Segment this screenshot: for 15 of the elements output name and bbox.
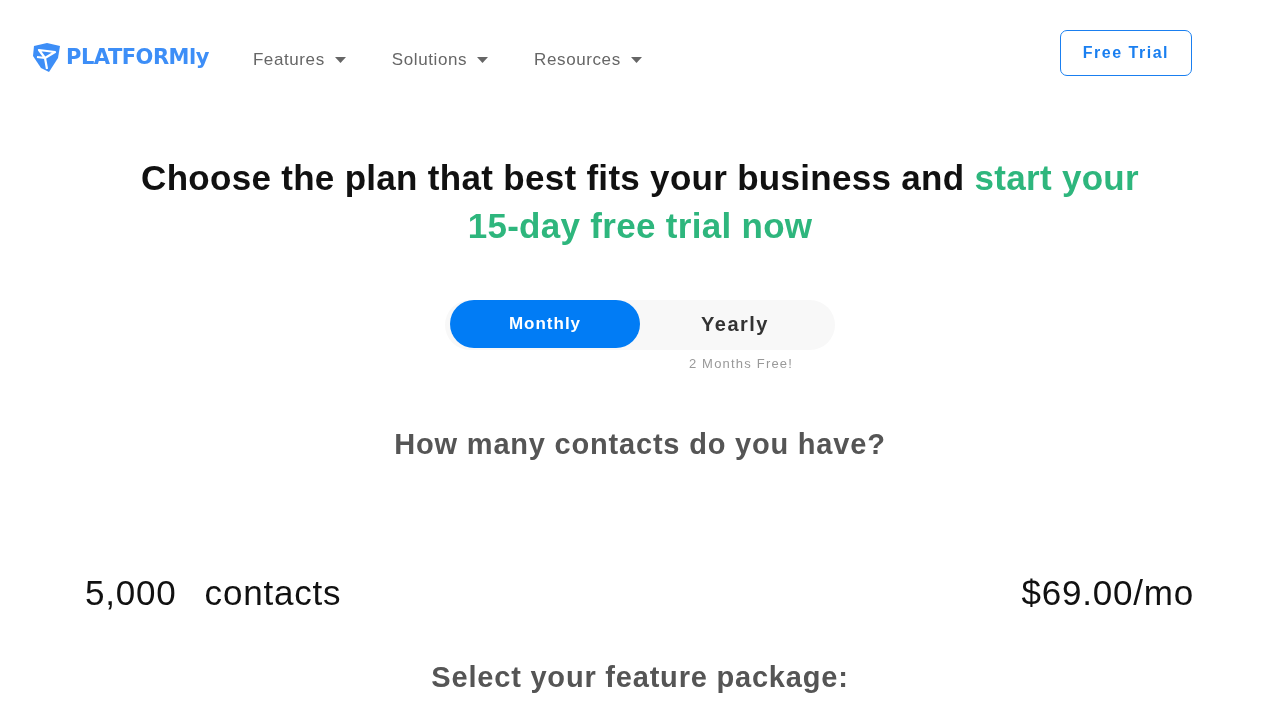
brand-logo-text[interactable]: PLATFORMly — [66, 42, 209, 74]
page-heading: Choose the plan that best fits your business and start your 15-day free trial now — [140, 157, 1140, 247]
free-trial-button[interactable]: Free Trial — [1059, 30, 1192, 76]
feature-package-title: Select your feature package: — [430, 660, 850, 695]
contacts-count: 5,000 — [85, 571, 177, 614]
monthly-price: $69.00/mo — [1021, 571, 1194, 614]
logo-icon — [32, 42, 62, 74]
billing-option-tab[interactable]: Yearly — [640, 300, 830, 348]
nav-menu-link[interactable]: Solutions — [391, 47, 489, 73]
discount-note: 2 Months Free! — [687, 355, 794, 373]
nav-menu-link[interactable]: Resources — [534, 47, 642, 73]
contacts-unit: contacts — [204, 571, 342, 614]
billing-option-tab[interactable]: Monthly — [450, 300, 640, 348]
contacts-question: How many contacts do you have? — [393, 427, 887, 462]
nav-menu-link[interactable]: Features — [252, 47, 346, 73]
